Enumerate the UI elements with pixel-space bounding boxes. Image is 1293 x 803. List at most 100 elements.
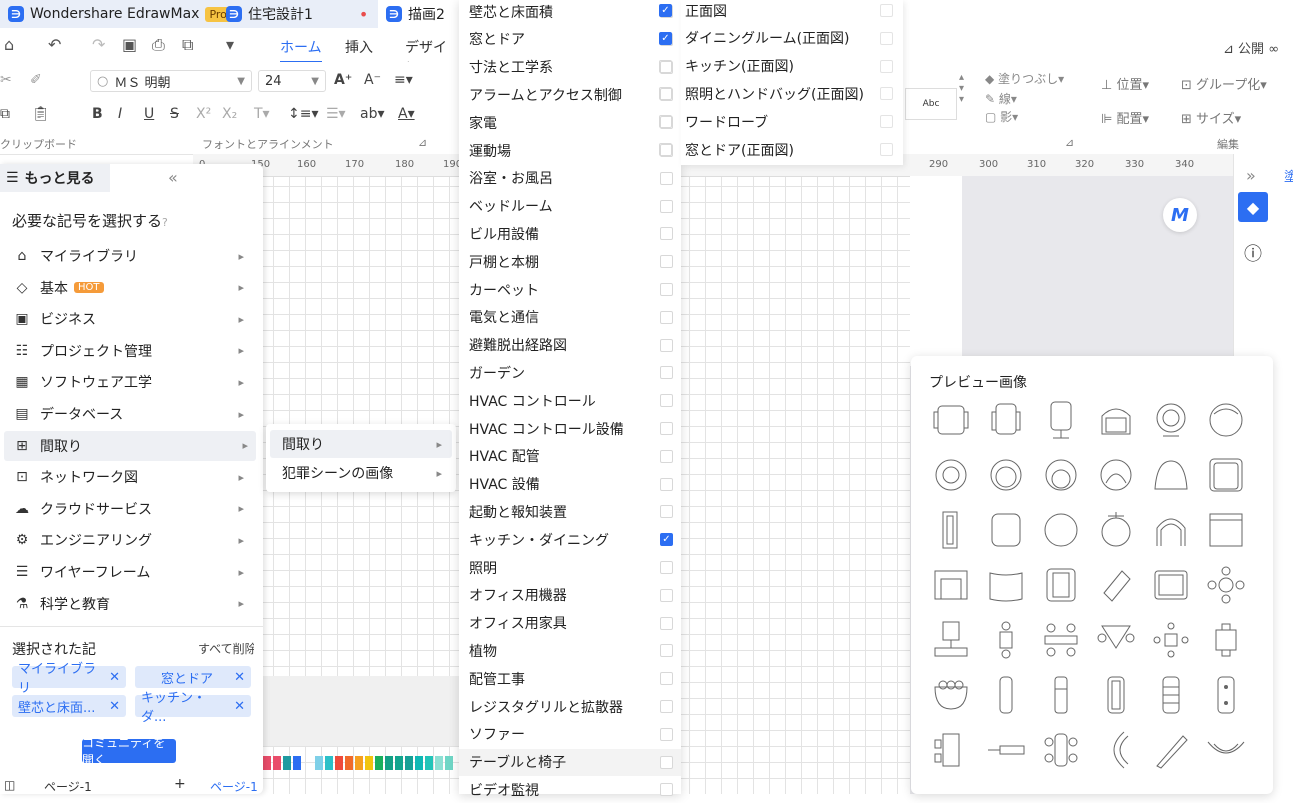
align-icon[interactable]: ≡▾ bbox=[394, 72, 413, 88]
subcategory-item[interactable]: ワードローブ bbox=[659, 108, 907, 135]
subcategory-select-checkbox[interactable]: ✓ bbox=[659, 31, 672, 45]
preview-symbol[interactable] bbox=[929, 453, 973, 497]
category-checkbox[interactable] bbox=[660, 422, 673, 435]
preview-symbol[interactable] bbox=[984, 453, 1028, 497]
category-checkbox[interactable] bbox=[660, 449, 673, 463]
increase-font-icon[interactable]: A⁺ bbox=[334, 72, 352, 88]
font-family-select[interactable]: ○ ＭＳ 明朝 ▼ bbox=[90, 70, 252, 92]
ai-assistant-icon[interactable]: M bbox=[1163, 198, 1197, 232]
category-item[interactable]: テーブルと椅子 bbox=[459, 748, 681, 776]
selected-chip[interactable]: キッチン・ダ... ✕ bbox=[135, 691, 251, 725]
italic-icon[interactable]: I bbox=[118, 106, 122, 122]
selected-chip[interactable]: 壁芯と床面... ✕ bbox=[12, 695, 126, 717]
subcategory-select-checkbox[interactable] bbox=[659, 59, 672, 73]
underline-icon[interactable]: U bbox=[144, 106, 154, 122]
category-item[interactable]: 壁芯と床面積 bbox=[459, 0, 681, 25]
style-sample-box[interactable]: Abc bbox=[905, 88, 957, 120]
preview-symbol[interactable] bbox=[1204, 453, 1248, 497]
library-category-item[interactable]: ▣ ビジネス ▸ bbox=[12, 304, 252, 334]
preview-symbol[interactable] bbox=[1039, 453, 1083, 497]
decrease-font-icon[interactable]: A⁻ bbox=[364, 72, 381, 88]
preview-symbol[interactable] bbox=[1149, 453, 1193, 497]
preview-symbol[interactable] bbox=[1204, 508, 1248, 552]
subcategory-select-checkbox[interactable] bbox=[659, 87, 672, 101]
preview-symbol[interactable] bbox=[1039, 728, 1083, 772]
save-icon[interactable]: ▣ bbox=[122, 35, 137, 54]
copy-icon[interactable]: ⧉ bbox=[0, 106, 10, 122]
preview-symbol[interactable] bbox=[1204, 618, 1248, 662]
preview-symbol[interactable] bbox=[1094, 618, 1138, 662]
panel-tab-edge[interactable]: 塗 bbox=[1284, 166, 1293, 185]
font-size-select[interactable]: 24 ▼ bbox=[258, 70, 326, 92]
preview-symbol[interactable] bbox=[1094, 508, 1138, 552]
subcategory-item[interactable]: キッチン(正面図) bbox=[659, 53, 907, 80]
fill-panel-icon[interactable]: ◆ bbox=[1238, 192, 1268, 222]
category-checkbox[interactable] bbox=[660, 783, 673, 797]
subcategory-checkbox[interactable] bbox=[880, 31, 893, 45]
category-item[interactable]: HVAC コントロール bbox=[459, 387, 681, 414]
export-icon[interactable]: ⧉ bbox=[182, 35, 193, 55]
preview-symbol[interactable] bbox=[1149, 673, 1193, 717]
preview-symbol[interactable] bbox=[1149, 508, 1193, 552]
category-item[interactable]: ビル用設備 bbox=[459, 220, 681, 247]
library-category-item[interactable]: ◇ 基本 HOT ▸ bbox=[12, 273, 252, 303]
close-icon[interactable]: ✕ bbox=[109, 670, 120, 685]
home-icon[interactable]: ⌂ bbox=[4, 35, 14, 54]
preview-symbol[interactable] bbox=[984, 508, 1028, 552]
category-checkbox[interactable] bbox=[660, 255, 673, 269]
subcategory-item[interactable]: 窓とドア(正面図) bbox=[659, 136, 907, 163]
page-selector[interactable]: ページ-1 bbox=[44, 778, 92, 795]
preview-symbol[interactable] bbox=[984, 673, 1028, 717]
category-checkbox[interactable] bbox=[660, 727, 673, 741]
preview-symbol[interactable] bbox=[929, 673, 973, 717]
category-item[interactable]: 寸法と工学系 bbox=[459, 54, 681, 81]
fill-button[interactable]: ◆ 塗りつぶし▾ bbox=[985, 70, 1064, 87]
document-tab-2[interactable]: ∋ 描画2 bbox=[378, 0, 468, 28]
category-checkbox[interactable] bbox=[660, 171, 673, 185]
help-icon[interactable]: ⓘ bbox=[1244, 240, 1262, 266]
category-item[interactable]: 照明 bbox=[459, 554, 681, 581]
preview-symbol[interactable] bbox=[1094, 673, 1138, 717]
subcategory-checkbox[interactable] bbox=[880, 59, 893, 73]
library-category-item[interactable]: ▤ データベース ▸ bbox=[12, 399, 252, 429]
category-checkbox[interactable] bbox=[660, 644, 673, 658]
preview-symbol[interactable] bbox=[1204, 398, 1248, 442]
preview-symbol[interactable] bbox=[1039, 563, 1083, 607]
preview-symbol[interactable] bbox=[984, 618, 1028, 662]
strikethrough-icon[interactable]: S bbox=[170, 106, 179, 122]
submenu-item-floor-plan[interactable]: 間取り ▸ bbox=[270, 430, 452, 458]
undo-icon[interactable]: ↶ bbox=[48, 35, 61, 54]
category-checkbox[interactable] bbox=[660, 755, 673, 769]
preview-symbol[interactable] bbox=[929, 563, 973, 607]
category-item[interactable]: オフィス用機器 bbox=[459, 582, 681, 609]
category-item[interactable]: 配管工事 bbox=[459, 665, 681, 692]
position-button[interactable]: ⊥ 位置▾ bbox=[1101, 74, 1149, 93]
category-item[interactable]: 避難脱出経路図 bbox=[459, 332, 681, 359]
preview-symbol[interactable] bbox=[1204, 673, 1248, 717]
size-button[interactable]: ⊞ サイズ▾ bbox=[1181, 108, 1241, 127]
submenu-item-crime-scene[interactable]: 犯罪シーンの画像 ▸ bbox=[270, 459, 452, 487]
subcategory-item[interactable]: 照明とハンドバッグ(正面図) bbox=[659, 80, 907, 107]
category-item[interactable]: カーペット bbox=[459, 276, 681, 303]
clear-all-link[interactable]: すべて削除 bbox=[198, 640, 254, 657]
selected-chip[interactable]: 窓とドア ✕ bbox=[135, 666, 251, 688]
close-icon[interactable]: ✕ bbox=[234, 670, 245, 685]
category-item[interactable]: ビデオ監視 bbox=[459, 776, 681, 803]
text-case-icon[interactable]: T▾ bbox=[254, 106, 270, 122]
more-button[interactable]: ☰ もっと見る bbox=[0, 164, 110, 192]
category-item[interactable]: オフィス用家具 bbox=[459, 610, 681, 637]
cut-icon[interactable]: ✂ bbox=[0, 72, 12, 88]
subcategory-checkbox[interactable] bbox=[880, 143, 893, 156]
preview-symbol[interactable] bbox=[984, 563, 1028, 607]
preview-symbol[interactable] bbox=[1094, 563, 1138, 607]
close-icon[interactable]: ✕ bbox=[109, 699, 120, 714]
superscript-icon[interactable]: X² bbox=[196, 106, 211, 122]
preview-symbol[interactable] bbox=[1039, 398, 1083, 442]
collapse-panel-icon[interactable]: » bbox=[1246, 166, 1256, 185]
line-button[interactable]: ✎ 線▾ bbox=[985, 90, 1017, 107]
category-item[interactable]: キッチン・ダイニング ✓ bbox=[459, 526, 681, 553]
category-item[interactable]: HVAC 配管 bbox=[459, 443, 681, 470]
category-item[interactable]: ベッドルーム bbox=[459, 193, 681, 220]
add-page-icon[interactable]: + bbox=[174, 776, 186, 792]
category-checkbox[interactable] bbox=[660, 477, 673, 491]
